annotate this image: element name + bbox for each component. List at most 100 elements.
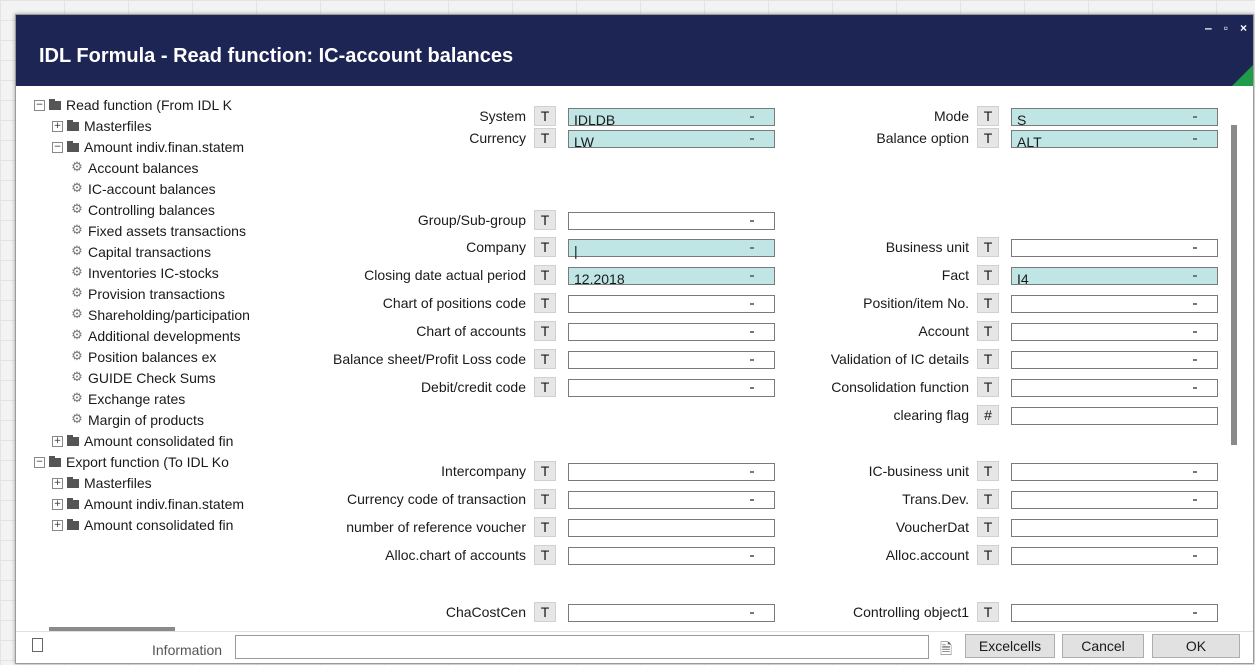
text-type-button[interactable]: T bbox=[977, 461, 999, 481]
dropdown-caret-icon[interactable] bbox=[1193, 612, 1197, 614]
text-type-button[interactable]: T bbox=[977, 265, 999, 285]
text-type-button[interactable]: T bbox=[977, 517, 999, 537]
expand-icon[interactable]: + bbox=[52, 120, 63, 132]
dropdown-caret-icon[interactable] bbox=[1193, 116, 1197, 118]
tree-item[interactable]: ⚙ Provision transactions bbox=[70, 284, 225, 304]
tree-item[interactable]: + Amount consolidated fin bbox=[52, 431, 233, 451]
expand-icon[interactable]: + bbox=[52, 477, 63, 489]
dropdown-caret-icon[interactable] bbox=[1193, 275, 1197, 277]
dropdown-field[interactable] bbox=[568, 351, 775, 369]
dropdown-field[interactable] bbox=[568, 295, 775, 313]
dropdown-caret-icon[interactable] bbox=[1193, 359, 1197, 361]
ok-button[interactable]: OK bbox=[1152, 634, 1240, 658]
dropdown-caret-icon[interactable] bbox=[1193, 138, 1197, 140]
dropdown-caret-icon[interactable] bbox=[1193, 555, 1197, 557]
tree-item[interactable]: ⚙ Margin of products bbox=[70, 410, 204, 430]
cancel-button[interactable]: Cancel bbox=[1062, 634, 1144, 658]
text-type-button[interactable]: T bbox=[977, 293, 999, 313]
dropdown-field[interactable] bbox=[1011, 295, 1218, 313]
close-button[interactable]: × bbox=[1240, 21, 1247, 35]
tree-item[interactable]: ⚙ GUIDE Check Sums bbox=[70, 368, 215, 388]
dropdown-field[interactable] bbox=[568, 491, 775, 509]
dropdown-caret-icon[interactable] bbox=[750, 612, 754, 614]
panel-icon[interactable] bbox=[32, 638, 43, 652]
collapse-icon[interactable]: − bbox=[34, 99, 45, 111]
text-type-button[interactable]: T bbox=[534, 321, 556, 341]
tree-item[interactable]: + Masterfiles bbox=[52, 473, 152, 493]
maximize-button[interactable]: ▫ bbox=[1224, 21, 1228, 35]
text-type-button[interactable]: T bbox=[534, 349, 556, 369]
text-type-button[interactable]: T bbox=[534, 106, 556, 126]
tree-item[interactable]: ⚙ Account balances bbox=[70, 158, 198, 178]
text-type-button[interactable]: T bbox=[534, 128, 556, 148]
tree-item[interactable]: − Read function (From IDL K bbox=[34, 95, 232, 115]
text-type-button[interactable]: T bbox=[534, 210, 556, 230]
tree-item[interactable]: ⚙ IC-account balances bbox=[70, 179, 215, 199]
minimize-button[interactable]: ‒ bbox=[1205, 21, 1212, 35]
dropdown-field[interactable] bbox=[1011, 379, 1218, 397]
dropdown-caret-icon[interactable] bbox=[1193, 303, 1197, 305]
document-export-icon[interactable]: 🗎 bbox=[940, 639, 958, 658]
dropdown-field[interactable] bbox=[568, 323, 775, 341]
tree-item[interactable]: ⚙ Additional developments bbox=[70, 326, 240, 346]
dropdown-caret-icon[interactable] bbox=[1193, 387, 1197, 389]
dropdown-field[interactable]: IDLDB bbox=[568, 108, 775, 128]
text-type-button[interactable]: T bbox=[977, 128, 999, 148]
tree-item[interactable]: ⚙ Fixed assets transactions bbox=[70, 221, 246, 241]
text-type-button[interactable]: T bbox=[977, 489, 999, 509]
numeric-type-button[interactable]: # bbox=[977, 405, 999, 425]
tree-item[interactable]: ⚙ Capital transactions bbox=[70, 242, 211, 262]
dropdown-caret-icon[interactable] bbox=[1193, 247, 1197, 249]
text-field[interactable] bbox=[568, 519, 775, 537]
dropdown-field[interactable] bbox=[1011, 604, 1218, 622]
text-type-button[interactable]: T bbox=[534, 602, 556, 622]
dropdown-field[interactable]: 12.2018 bbox=[568, 267, 775, 287]
dropdown-field[interactable] bbox=[1011, 463, 1218, 481]
dropdown-field[interactable]: S bbox=[1011, 108, 1218, 128]
dropdown-caret-icon[interactable] bbox=[750, 116, 754, 118]
tree-item[interactable]: ⚙ Position balances ex bbox=[70, 347, 216, 367]
dropdown-caret-icon[interactable] bbox=[750, 247, 754, 249]
dropdown-field[interactable] bbox=[1011, 547, 1218, 565]
collapse-icon[interactable]: − bbox=[52, 141, 63, 153]
tree-item[interactable]: ⚙ Inventories IC-stocks bbox=[70, 263, 219, 283]
dropdown-caret-icon[interactable] bbox=[1193, 499, 1197, 501]
text-type-button[interactable]: T bbox=[534, 237, 556, 257]
text-type-button[interactable]: T bbox=[534, 293, 556, 313]
tree-item[interactable]: − Amount indiv.finan.statem bbox=[52, 137, 244, 157]
text-field[interactable] bbox=[1011, 407, 1218, 425]
text-type-button[interactable]: T bbox=[977, 349, 999, 369]
text-type-button[interactable]: T bbox=[977, 377, 999, 397]
text-type-button[interactable]: T bbox=[534, 377, 556, 397]
expand-icon[interactable]: + bbox=[52, 519, 63, 531]
expand-icon[interactable]: + bbox=[52, 435, 63, 447]
text-type-button[interactable]: T bbox=[977, 237, 999, 257]
dropdown-field[interactable] bbox=[568, 547, 775, 565]
information-field[interactable] bbox=[235, 635, 929, 659]
text-type-button[interactable]: T bbox=[534, 517, 556, 537]
expand-icon[interactable]: + bbox=[52, 498, 63, 510]
dropdown-field[interactable] bbox=[568, 463, 775, 481]
dropdown-caret-icon[interactable] bbox=[750, 331, 754, 333]
dropdown-caret-icon[interactable] bbox=[750, 275, 754, 277]
text-type-button[interactable]: T bbox=[534, 545, 556, 565]
tree-item[interactable]: − Export function (To IDL Ko bbox=[34, 452, 229, 472]
dropdown-caret-icon[interactable] bbox=[750, 359, 754, 361]
dropdown-caret-icon[interactable] bbox=[750, 499, 754, 501]
dropdown-caret-icon[interactable] bbox=[750, 138, 754, 140]
text-type-button[interactable]: T bbox=[534, 461, 556, 481]
dropdown-field[interactable]: I4 bbox=[1011, 267, 1218, 287]
tree-item[interactable]: + Amount indiv.finan.statem bbox=[52, 494, 244, 514]
dropdown-caret-icon[interactable] bbox=[750, 555, 754, 557]
text-type-button[interactable]: T bbox=[977, 545, 999, 565]
dropdown-caret-icon[interactable] bbox=[1193, 331, 1197, 333]
tree-item[interactable]: ⚙ Controlling balances bbox=[70, 200, 215, 220]
text-type-button[interactable]: T bbox=[977, 321, 999, 341]
dropdown-caret-icon[interactable] bbox=[750, 303, 754, 305]
tree-item[interactable]: ⚙ Exchange rates bbox=[70, 389, 185, 409]
dropdown-caret-icon[interactable] bbox=[1193, 471, 1197, 473]
text-type-button[interactable]: T bbox=[534, 265, 556, 285]
text-type-button[interactable]: T bbox=[977, 106, 999, 126]
tree-item[interactable]: + Masterfiles bbox=[52, 116, 152, 136]
dropdown-field[interactable] bbox=[1011, 239, 1218, 257]
